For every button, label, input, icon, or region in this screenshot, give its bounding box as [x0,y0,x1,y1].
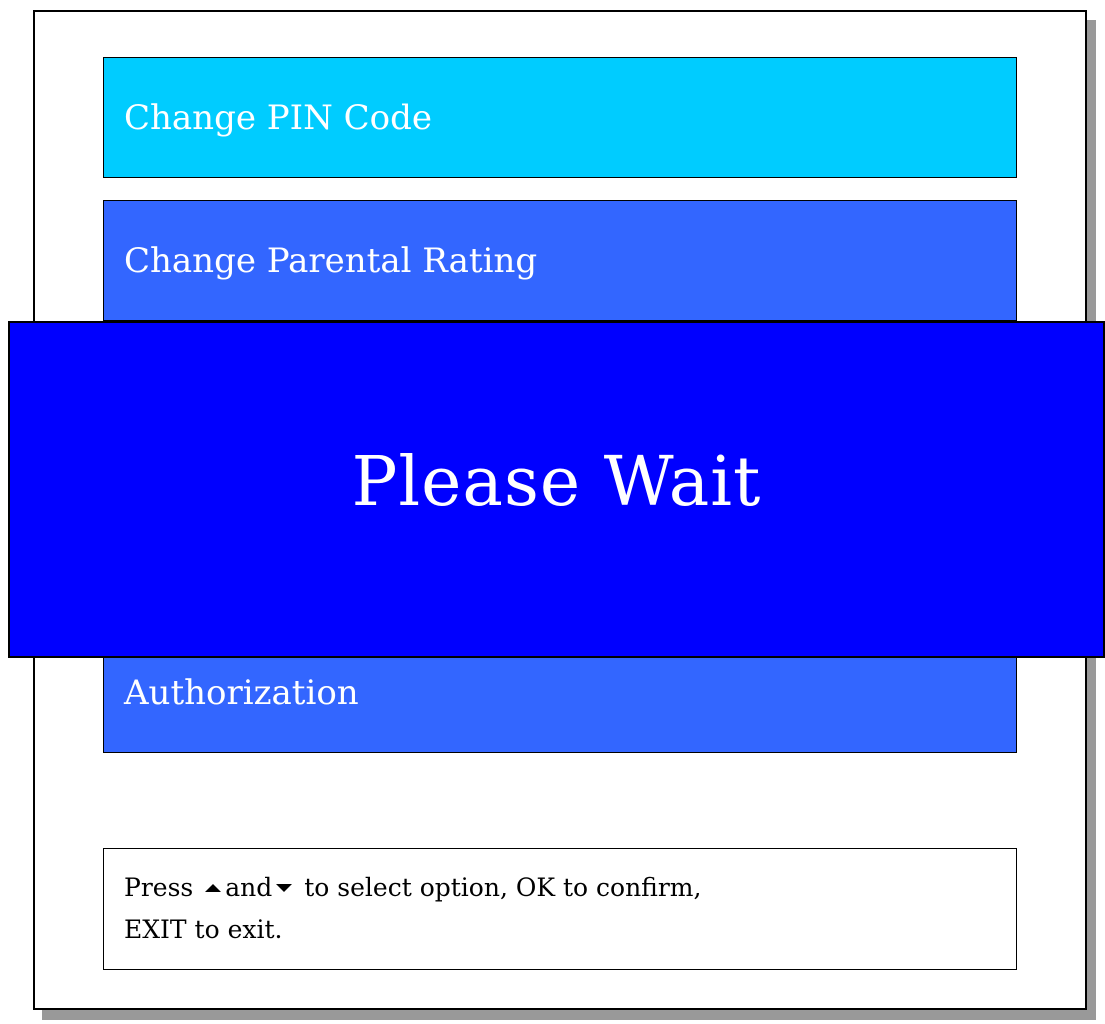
help-box: Press and to select option, OK to confirm,… [103,848,1017,970]
menu-item-label: Change PIN Code [124,97,433,138]
help-and-text: and [225,873,273,902]
up-triangle-icon [205,883,222,892]
menu-item-change-parental-rating[interactable]: Change Parental Rating [103,200,1017,321]
please-wait-dialog: Please Wait [8,321,1105,658]
please-wait-message: Please Wait [351,443,762,522]
menu-item-change-pin-code[interactable]: Change PIN Code [103,57,1017,178]
menu-item-label: Change Parental Rating [124,240,538,281]
menu-item-label: Authorization [124,672,359,713]
down-triangle-icon [276,883,293,892]
help-line-1: Press and to select option, OK to confirm, [124,867,996,909]
help-line-2: EXIT to exit. [124,915,283,944]
help-rest-text: to select option, OK to confirm, [304,873,702,902]
help-press-text: Press [124,873,194,902]
